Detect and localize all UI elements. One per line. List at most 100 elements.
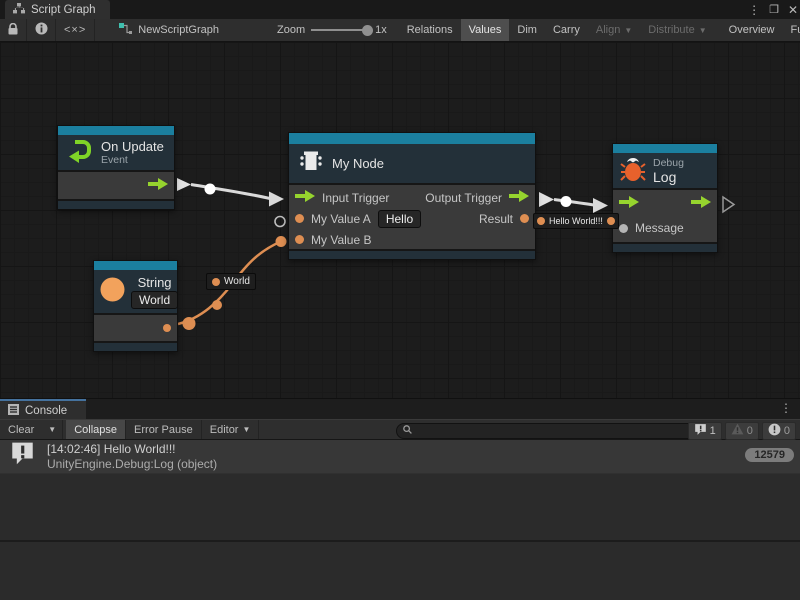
- port-label-my-value-b: My Value B: [311, 233, 371, 247]
- code-icon: <×>: [64, 24, 86, 36]
- flow-input-port[interactable]: [619, 195, 639, 213]
- warning-count-toggle[interactable]: 0: [725, 422, 759, 440]
- log-stacktrace: UnityEngine.Debug:Log (object): [47, 457, 217, 472]
- flow-output-port[interactable]: [148, 177, 168, 195]
- console-toolbar: Clear ▼ Collapse Error Pause Editor▼ 1: [0, 419, 800, 440]
- window-menu-kebab-icon[interactable]: ⋮: [748, 3, 760, 17]
- wire-value-chip-hello-world: Hello World!!!: [533, 213, 619, 229]
- error-count: 0: [784, 425, 790, 437]
- error-count-toggle[interactable]: 0: [762, 422, 796, 440]
- node-subtitle: Event: [101, 154, 164, 166]
- chevron-down-icon: ▼: [48, 425, 56, 434]
- flow-output-port[interactable]: [691, 195, 711, 213]
- clear-dropdown-button[interactable]: ▼: [42, 420, 63, 439]
- collapse-button[interactable]: Collapse: [66, 420, 126, 439]
- graph-asset-button[interactable]: NewScriptGraph: [111, 19, 227, 41]
- node-string-literal[interactable]: String World: [93, 260, 178, 352]
- console-panel: Console ⋮ Clear ▼ Collapse Error Pause E…: [0, 398, 800, 600]
- editor-dropdown-button[interactable]: Editor▼: [202, 420, 260, 439]
- zoom-control: Zoom 1x: [269, 19, 395, 41]
- flow-input-port[interactable]: [295, 189, 315, 207]
- console-search-input[interactable]: [416, 425, 695, 437]
- console-search[interactable]: [396, 423, 702, 439]
- value-port-b[interactable]: [295, 235, 304, 244]
- error-pause-button[interactable]: Error Pause: [126, 420, 202, 439]
- node-title: Log: [653, 169, 684, 185]
- align-button[interactable]: Align▼: [588, 19, 640, 41]
- graph-name-label: NewScriptGraph: [138, 24, 219, 36]
- relations-button[interactable]: Relations: [399, 19, 461, 41]
- graph-asset-icon: [119, 23, 132, 38]
- carry-button[interactable]: Carry: [545, 19, 588, 41]
- clear-button[interactable]: Clear: [0, 420, 42, 439]
- port-label-result: Result: [479, 212, 513, 226]
- info-count-toggle[interactable]: 1: [688, 422, 722, 440]
- dim-button[interactable]: Dim: [509, 19, 545, 41]
- value-dot-icon: [212, 278, 220, 286]
- port-label-input-trigger: Input Trigger: [322, 191, 389, 205]
- string-literal-icon: [99, 276, 126, 308]
- debug-bug-icon: [620, 154, 646, 187]
- port-label-my-value-a: My Value A: [311, 212, 371, 226]
- window-tab-bar: Script Graph ⋮ ❐ ✕: [0, 0, 800, 19]
- window-close-icon[interactable]: ✕: [788, 3, 798, 17]
- node-title: On Update: [101, 139, 164, 154]
- search-icon: [403, 425, 412, 437]
- lock-button[interactable]: [0, 19, 27, 41]
- graph-canvas[interactable]: On Update Event My Node: [0, 42, 800, 398]
- value-dot-icon: [537, 217, 545, 225]
- embed-code-button[interactable]: <×>: [56, 19, 95, 41]
- node-accent-strip: [613, 144, 717, 153]
- console-menu-kebab-icon[interactable]: ⋮: [780, 401, 792, 415]
- value-dot-icon: [607, 217, 615, 225]
- console-tab-bar: Console ⋮: [0, 398, 800, 419]
- window-restore-icon[interactable]: ❐: [769, 3, 779, 16]
- warning-triangle-icon: [731, 423, 744, 438]
- node-on-update[interactable]: On Update Event: [57, 125, 175, 210]
- node-footer: [58, 199, 174, 209]
- graph-hierarchy-icon: [13, 3, 25, 17]
- node-title: String: [131, 275, 178, 290]
- tab-script-graph[interactable]: Script Graph: [5, 0, 110, 19]
- info-count: 1: [710, 425, 716, 437]
- node-title: My Node: [332, 156, 384, 171]
- message-port[interactable]: [619, 224, 628, 233]
- on-update-event-icon: [67, 137, 93, 168]
- console-log-entry[interactable]: [14:02:46] Hello World!!! UnityEngine.De…: [0, 440, 800, 474]
- log-info-bubble-icon: [10, 441, 35, 472]
- node-accent-strip: [94, 261, 177, 270]
- value-port-a[interactable]: [295, 214, 304, 223]
- distribute-button[interactable]: Distribute▼: [640, 19, 714, 41]
- lock-icon: [8, 23, 18, 38]
- custom-unit-icon: [298, 148, 324, 179]
- overview-button[interactable]: Overview: [721, 19, 783, 41]
- graph-toolbar: <×> NewScriptGraph Zoom 1x Relations Val…: [0, 19, 800, 42]
- zoom-slider-handle[interactable]: [362, 25, 373, 36]
- node-debug-log[interactable]: Debug Log Message: [612, 143, 718, 253]
- port-label-output-trigger: Output Trigger: [425, 191, 502, 205]
- info-bubble-icon: [694, 423, 707, 439]
- chevron-down-icon: ▼: [242, 425, 250, 434]
- console-tab-title: Console: [25, 405, 67, 417]
- zoom-value: 1x: [375, 24, 387, 36]
- string-value-field[interactable]: World: [131, 291, 178, 309]
- console-detail-splitter[interactable]: [0, 540, 800, 542]
- fullscreen-button[interactable]: Full S: [783, 19, 800, 41]
- zoom-slider[interactable]: [311, 29, 369, 31]
- zoom-label: Zoom: [277, 24, 305, 36]
- wire-value-chip-world: World: [206, 273, 256, 290]
- info-icon: [35, 22, 48, 38]
- flow-output-port[interactable]: [509, 189, 529, 207]
- node-my-node[interactable]: My Node Input Trigger My Value A Hello M…: [288, 132, 536, 260]
- tab-console[interactable]: Console: [0, 399, 86, 420]
- node-accent-strip: [289, 133, 535, 144]
- result-port[interactable]: [520, 214, 529, 223]
- values-button[interactable]: Values: [461, 19, 510, 41]
- warning-count: 0: [747, 425, 753, 437]
- error-circle-icon: [768, 423, 781, 439]
- string-output-port[interactable]: [163, 324, 171, 332]
- info-button[interactable]: [27, 19, 56, 41]
- port-label-message: Message: [635, 221, 684, 235]
- node-footer: [613, 242, 717, 252]
- chevron-down-icon: ▼: [699, 26, 707, 35]
